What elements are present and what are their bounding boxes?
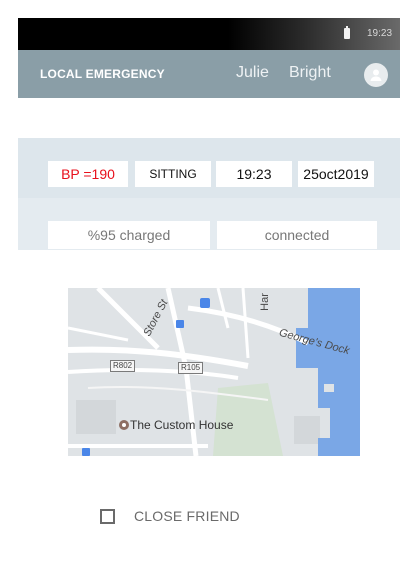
user-last-name: Bright: [289, 64, 331, 81]
position-reading: SITTING: [135, 161, 211, 187]
status-bar: 19:23: [18, 18, 400, 50]
connection-status: connected: [217, 221, 377, 249]
device-screen: 19:23 LOCAL EMERGENCY Julie Bright BP =1…: [18, 18, 400, 565]
road-shield-r105: R105: [178, 362, 204, 374]
map-label-custom-house: The Custom House: [130, 418, 234, 432]
close-friend-checkbox[interactable]: [100, 509, 115, 524]
map-label-har: Har: [258, 293, 271, 311]
time-reading: 19:23: [216, 161, 292, 187]
battery-icon: [344, 26, 350, 39]
app-header: LOCAL EMERGENCY Julie Bright: [18, 50, 400, 98]
charge-status: %95 charged: [48, 221, 210, 249]
close-friend-label: CLOSE FRIEND: [134, 508, 240, 524]
app-title: LOCAL EMERGENCY: [40, 67, 165, 81]
status-clock: 19:23: [367, 28, 393, 39]
person-icon: [370, 69, 382, 81]
avatar[interactable]: [364, 63, 388, 87]
location-map[interactable]: Store St Har George's Dock The Custom Ho…: [68, 288, 360, 456]
road-shield-r802: R802: [110, 360, 136, 372]
bp-reading: BP =190: [48, 161, 128, 187]
user-first-name: Julie: [236, 64, 269, 81]
date-reading: 25oct2019: [298, 161, 374, 187]
